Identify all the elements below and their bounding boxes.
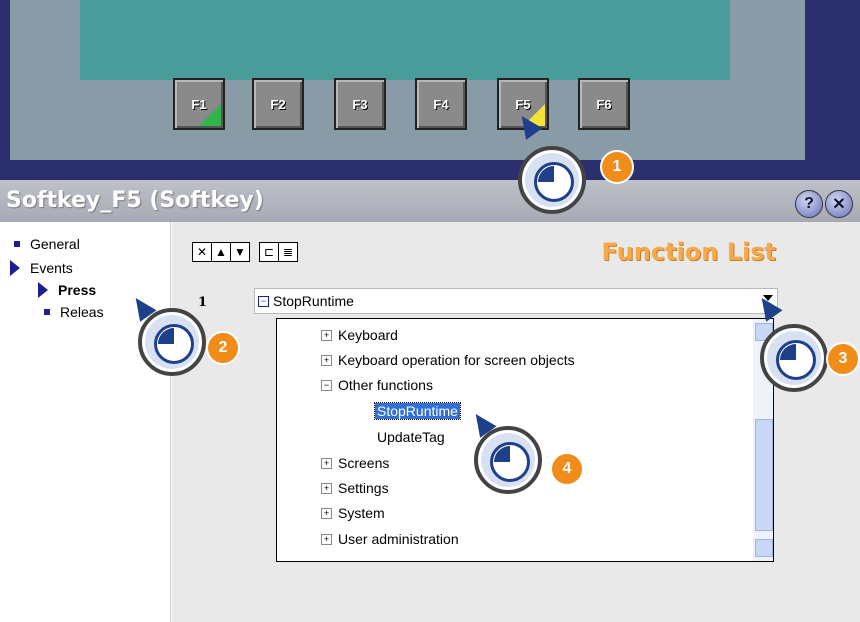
collapse-icon[interactable]: − (321, 379, 332, 391)
expand-icon[interactable]: + (321, 354, 332, 366)
bullet-icon (14, 241, 20, 247)
tree-label: Releas (60, 304, 104, 320)
item-label: StopRuntime (374, 402, 461, 420)
mouse-icon (534, 162, 574, 202)
fkey-f1[interactable]: F1 (173, 78, 225, 130)
item-label: UpdateTag (377, 429, 445, 445)
fkey-f4[interactable]: F4 (415, 78, 467, 130)
item-label: User administration (338, 531, 459, 547)
expand-icon[interactable]: + (321, 329, 332, 341)
dropdown-item[interactable]: + System (321, 505, 385, 521)
move-up-icon[interactable]: ▲ (211, 242, 231, 262)
tree-label: Events (30, 260, 73, 276)
selected-arrow-icon (38, 282, 48, 298)
fkey-label: F6 (596, 96, 612, 112)
tree-item-general[interactable]: General (14, 236, 80, 252)
function-name: StopRuntime (273, 293, 354, 309)
item-label: Keyboard (338, 327, 398, 343)
expand-icon[interactable]: + (321, 507, 332, 519)
bullet-icon (44, 309, 50, 315)
expand-icon[interactable]: + (321, 457, 332, 469)
mouse-icon (490, 442, 530, 482)
function-toolbar: ✕ ▲ ▼ ⊏ ≣ (192, 242, 298, 262)
mouse-click-callout (518, 146, 586, 214)
close-icon[interactable]: ✕ (825, 190, 853, 218)
dropdown-item[interactable]: + Settings (321, 480, 389, 496)
dropdown-item[interactable]: UpdateTag (377, 429, 445, 445)
row-number: 1 (198, 295, 208, 310)
step-badge: 3 (826, 342, 860, 376)
delete-icon[interactable]: ✕ (192, 242, 212, 262)
item-label: Other functions (338, 377, 433, 393)
fkey-label: F4 (433, 96, 449, 112)
tree-label: General (30, 236, 80, 252)
expand-icon[interactable]: + (321, 482, 332, 494)
indent-icon[interactable]: ⊏ (259, 242, 279, 262)
help-icon[interactable]: ? (795, 190, 823, 218)
function-list-heading: Function List (601, 238, 776, 266)
dropdown-item[interactable]: − Other functions (321, 377, 433, 393)
hmi-display (80, 0, 730, 80)
item-label: Screens (338, 455, 390, 471)
fkey-label: F2 (270, 96, 286, 112)
fkey-f3[interactable]: F3 (334, 78, 386, 130)
mouse-click-callout (138, 308, 206, 376)
expand-arrow-icon (10, 260, 20, 276)
mouse-icon (776, 340, 816, 380)
tree-item-release[interactable]: Releas (44, 304, 104, 320)
properties-title-bar: Softkey_F5 (Softkey) ? ✕ (0, 180, 860, 222)
item-label: System (338, 505, 385, 521)
fkey-label: F3 (352, 96, 368, 112)
hmi-panel: F1 F2 F3 F4 F5 F6 (0, 0, 860, 180)
fkey-f2[interactable]: F2 (252, 78, 304, 130)
dropdown-item[interactable]: + Keyboard (321, 327, 398, 343)
mouse-click-callout (474, 426, 542, 494)
move-down-icon[interactable]: ▼ (230, 242, 250, 262)
properties-tree: General Events Press Releas (0, 222, 171, 622)
expand-icon[interactable]: + (321, 533, 332, 545)
collapse-icon[interactable]: − (258, 295, 269, 307)
item-label: Settings (338, 480, 389, 496)
scroll-thumb[interactable] (755, 419, 773, 531)
function-row[interactable]: − StopRuntime (254, 288, 778, 314)
step-badge: 4 (550, 452, 584, 486)
list-icon[interactable]: ≣ (278, 242, 298, 262)
dropdown-item[interactable]: + User administration (321, 531, 459, 547)
dropdown-item-selected[interactable]: StopRuntime (374, 402, 461, 420)
fkey-f6[interactable]: F6 (578, 78, 630, 130)
scroll-down-icon[interactable] (755, 539, 773, 557)
item-label: Keyboard operation for screen objects (338, 352, 575, 368)
hmi-screen (10, 0, 805, 160)
tree-item-events[interactable]: Events (10, 260, 73, 276)
step-badge: 1 (600, 150, 634, 184)
tree-label: Press (58, 282, 97, 298)
tree-item-press[interactable]: Press (38, 282, 96, 298)
dropdown-item[interactable]: + Screens (321, 455, 389, 471)
step-badge: 2 (206, 331, 240, 365)
window-title: Softkey_F5 (Softkey) (6, 188, 264, 213)
mouse-click-callout (760, 324, 828, 392)
dropdown-item[interactable]: + Keyboard operation for screen objects (321, 352, 575, 368)
mouse-icon (154, 324, 194, 364)
